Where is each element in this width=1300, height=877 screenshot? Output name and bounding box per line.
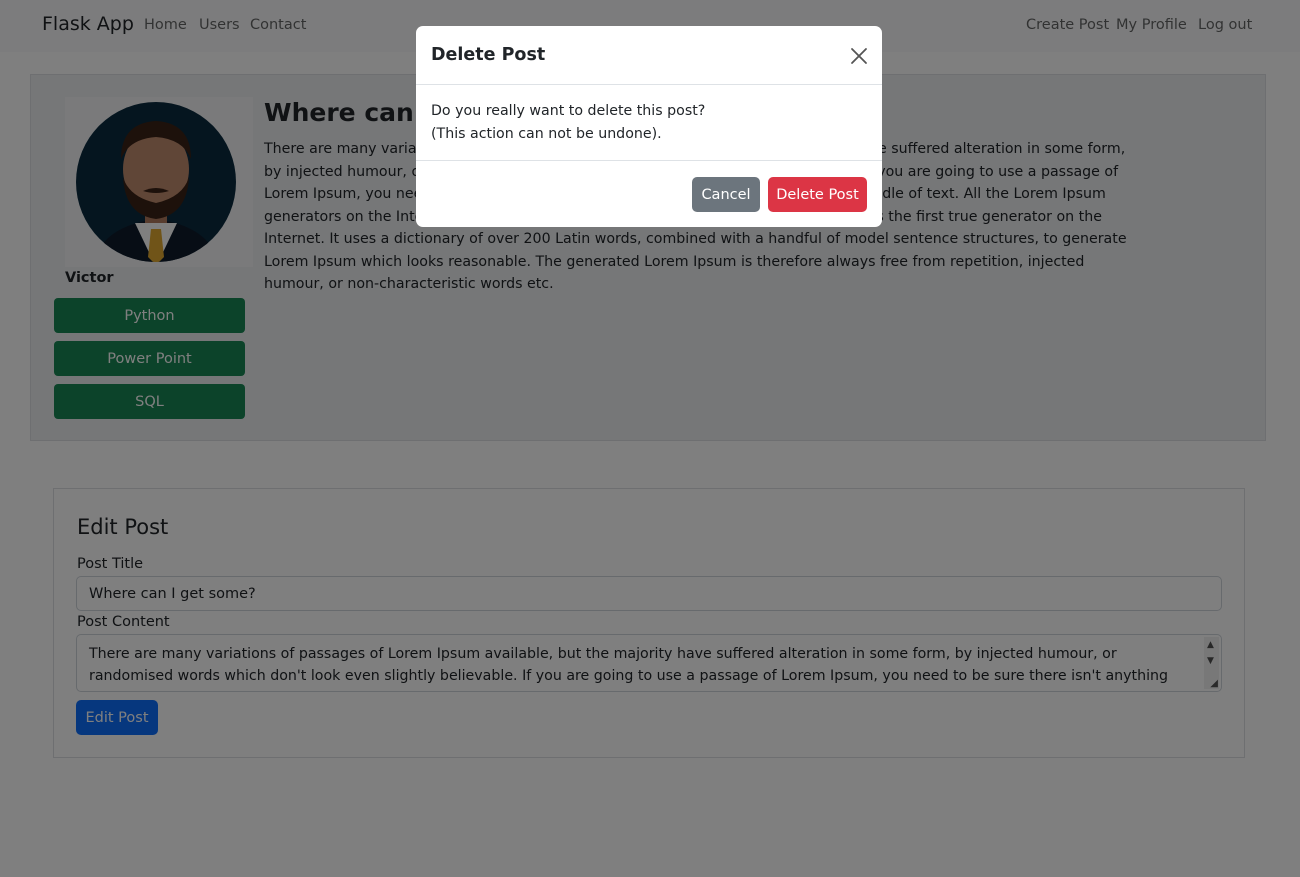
modal-warning: (This action can not be undone). — [431, 126, 662, 142]
delete-post-button[interactable]: Delete Post — [768, 177, 867, 212]
modal-title: Delete Post — [431, 45, 546, 65]
modal-footer: Cancel Delete Post — [416, 160, 882, 227]
modal-header: Delete Post — [416, 26, 882, 85]
modal-body: Do you really want to delete this post? … — [431, 100, 861, 146]
close-icon — [851, 48, 867, 64]
modal-message: Do you really want to delete this post? — [431, 103, 706, 119]
cancel-button[interactable]: Cancel — [692, 177, 760, 212]
close-button[interactable] — [848, 45, 870, 67]
delete-post-modal: Delete Post Do you really want to delete… — [416, 26, 882, 227]
